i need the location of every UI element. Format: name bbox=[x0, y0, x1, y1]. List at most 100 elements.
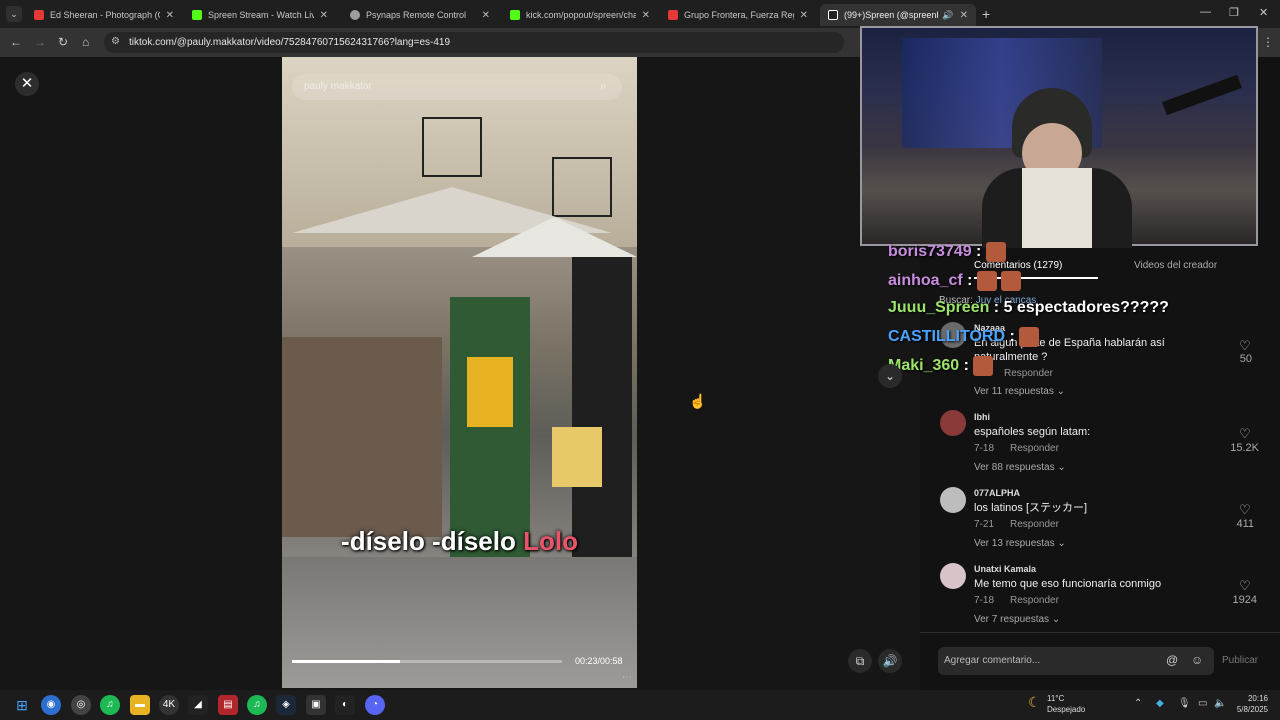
pip-icon[interactable]: ⧉ bbox=[848, 649, 872, 673]
site-info-icon[interactable]: ⚙ bbox=[111, 36, 120, 47]
tab-ed-sheeran[interactable]: Ed Sheeran - Photograph (Offic✕ bbox=[26, 4, 182, 26]
close-tab-icon[interactable]: ✕ bbox=[642, 10, 650, 21]
video-time: 00:23/00:58 bbox=[575, 656, 623, 666]
app-tray-icon[interactable]: ◆ bbox=[1156, 698, 1164, 709]
comment-text: Me temo que eso funcionaría conmigo bbox=[974, 578, 1162, 590]
balcony bbox=[422, 117, 482, 177]
chat-line: ainhoa_cf : bbox=[888, 271, 1022, 291]
capcut-icon[interactable]: ◢ bbox=[188, 695, 208, 715]
menu-icon[interactable]: ⋮ bbox=[1262, 35, 1274, 49]
emoji-icon[interactable]: ☺ bbox=[1191, 653, 1203, 667]
tab-creator-videos[interactable]: Videos del creador bbox=[1134, 260, 1217, 271]
forward-icon[interactable]: → bbox=[34, 35, 46, 49]
avatar[interactable] bbox=[940, 563, 966, 589]
balcony bbox=[552, 157, 612, 217]
close-tab-icon[interactable]: ✕ bbox=[482, 10, 490, 21]
comment-username[interactable]: 077ALPHA bbox=[974, 488, 1020, 498]
weather-icon[interactable]: ☾ bbox=[1028, 694, 1041, 711]
voicemeeter-icon[interactable]: ▤ bbox=[218, 695, 238, 715]
second-dancer-shorts bbox=[552, 427, 602, 487]
tab-kick-chat[interactable]: kick.com/popout/spreen/chat ✕ bbox=[502, 4, 658, 26]
streamer-shirt bbox=[1022, 168, 1092, 248]
discord-icon[interactable]: ◔ bbox=[365, 695, 385, 715]
tab-grupo-frontera[interactable]: Grupo Frontera, Fuerza Regida✕ bbox=[660, 4, 816, 26]
home-icon[interactable]: ⌂ bbox=[82, 35, 89, 49]
4k-app-icon[interactable]: 4K bbox=[159, 695, 179, 715]
video-player[interactable] bbox=[282, 57, 637, 688]
close-video-button[interactable]: ✕ bbox=[15, 72, 39, 96]
globe-icon bbox=[350, 10, 360, 20]
search-icon[interactable]: ⌕ bbox=[600, 79, 607, 94]
tiktok-icon bbox=[828, 10, 838, 20]
back-icon[interactable]: ← bbox=[10, 35, 22, 49]
comment-date: 7-18 bbox=[974, 443, 995, 454]
app-icon[interactable]: ◐ bbox=[335, 695, 355, 715]
emote bbox=[1001, 271, 1022, 291]
heart-icon[interactable]: ♡ bbox=[1239, 502, 1251, 518]
avatar[interactable] bbox=[940, 410, 966, 436]
publish-button[interactable]: Publicar bbox=[1222, 655, 1258, 666]
like-count: 15.2K bbox=[1230, 442, 1259, 454]
close-tab-icon[interactable]: ✕ bbox=[166, 10, 174, 21]
like-count: 1924 bbox=[1232, 594, 1257, 606]
mention-icon[interactable]: @ bbox=[1166, 653, 1178, 667]
spotify-icon[interactable]: ♫ bbox=[100, 695, 120, 715]
volume-icon[interactable]: 🔈 bbox=[1214, 698, 1226, 709]
webcam-overlay bbox=[860, 26, 1258, 248]
volume-icon[interactable]: 🔊 bbox=[878, 649, 902, 673]
app-icon[interactable]: ▣ bbox=[306, 695, 326, 715]
folder-icon[interactable]: ▬ bbox=[130, 695, 150, 715]
new-tab-button[interactable]: + bbox=[982, 6, 990, 22]
heart-icon[interactable]: ♡ bbox=[1239, 338, 1251, 354]
maximize-button[interactable]: ❐ bbox=[1229, 6, 1239, 19]
view-replies[interactable]: Ver 11 respuestas ⌄ bbox=[974, 386, 1065, 397]
view-replies[interactable]: Ver 7 respuestas ⌄ bbox=[974, 614, 1060, 625]
avatar[interactable] bbox=[940, 487, 966, 513]
kick-icon bbox=[192, 10, 202, 20]
steam-icon[interactable]: ◈ bbox=[276, 695, 296, 715]
heart-icon[interactable]: ♡ bbox=[1239, 426, 1251, 442]
search-placeholder: pauly makkator bbox=[304, 81, 372, 92]
more-icon[interactable]: ⋯ bbox=[622, 672, 632, 683]
spotify-icon[interactable]: ♫ bbox=[247, 695, 267, 715]
view-replies[interactable]: Ver 13 respuestas ⌄ bbox=[974, 538, 1066, 549]
heart-icon[interactable]: ♡ bbox=[1239, 578, 1251, 594]
reply-button[interactable]: Responder bbox=[1004, 368, 1053, 379]
reload-icon[interactable]: ↻ bbox=[58, 35, 68, 49]
close-tab-icon[interactable]: ✕ bbox=[960, 10, 968, 21]
seated-people bbox=[282, 337, 442, 537]
close-tab-icon[interactable]: ✕ bbox=[320, 10, 328, 21]
dancer-shirt bbox=[467, 357, 513, 427]
tab-spreen-stream[interactable]: Spreen Stream - Watch Live on✕ bbox=[184, 4, 336, 26]
comment-date: 7-21 bbox=[974, 519, 995, 530]
minimize-button[interactable]: — bbox=[1200, 6, 1211, 18]
chevron-up-icon[interactable]: ⌃ bbox=[1134, 698, 1142, 709]
microphone-icon[interactable]: 🎙 bbox=[1178, 698, 1191, 709]
chat-line: Maki_360 : bbox=[888, 356, 994, 376]
street bbox=[282, 557, 637, 688]
url-text[interactable]: tiktok.com/@pauly.makkator/video/7528476… bbox=[129, 37, 450, 48]
weather-widget[interactable]: 11°C Despejado bbox=[1047, 693, 1085, 715]
tab-search-button[interactable]: ⌄ bbox=[6, 6, 22, 22]
comment-username[interactable]: Unatxi Kamala bbox=[974, 564, 1036, 574]
speaker-icon[interactable]: 🔊 bbox=[942, 10, 953, 21]
comment-text: los latinos [ステッカー] bbox=[974, 502, 1088, 514]
reply-button[interactable]: Responder bbox=[1010, 443, 1059, 454]
close-tab-icon[interactable]: ✕ bbox=[800, 10, 808, 21]
view-replies[interactable]: Ver 88 respuestas ⌄ bbox=[974, 462, 1066, 473]
clock[interactable]: 20:16 5/8/2025 bbox=[1234, 693, 1268, 715]
close-window-button[interactable]: ✕ bbox=[1259, 6, 1268, 19]
reply-button[interactable]: Responder bbox=[1010, 595, 1059, 606]
tab-psynaps[interactable]: Psynaps Remote Control ✕ bbox=[342, 4, 498, 26]
comment-username[interactable]: Ibhi bbox=[974, 412, 990, 422]
windows-start-icon[interactable]: ⊞ bbox=[12, 695, 32, 715]
reply-button[interactable]: Responder bbox=[1010, 519, 1059, 530]
mouse-cursor: ☝ bbox=[689, 393, 707, 409]
network-icon[interactable]: ▭ bbox=[1198, 698, 1207, 709]
app-icon[interactable]: ◎ bbox=[71, 695, 91, 715]
chrome-icon[interactable]: ◉ bbox=[41, 695, 61, 715]
chat-line: CASTILLITORD : bbox=[888, 327, 1040, 347]
chevron-down-icon[interactable]: ⌄ bbox=[878, 364, 902, 388]
youtube-icon bbox=[668, 10, 678, 20]
tab-tiktok-spreen[interactable]: (99+)Spreen (@spreenbro🔊✕ bbox=[820, 4, 976, 26]
